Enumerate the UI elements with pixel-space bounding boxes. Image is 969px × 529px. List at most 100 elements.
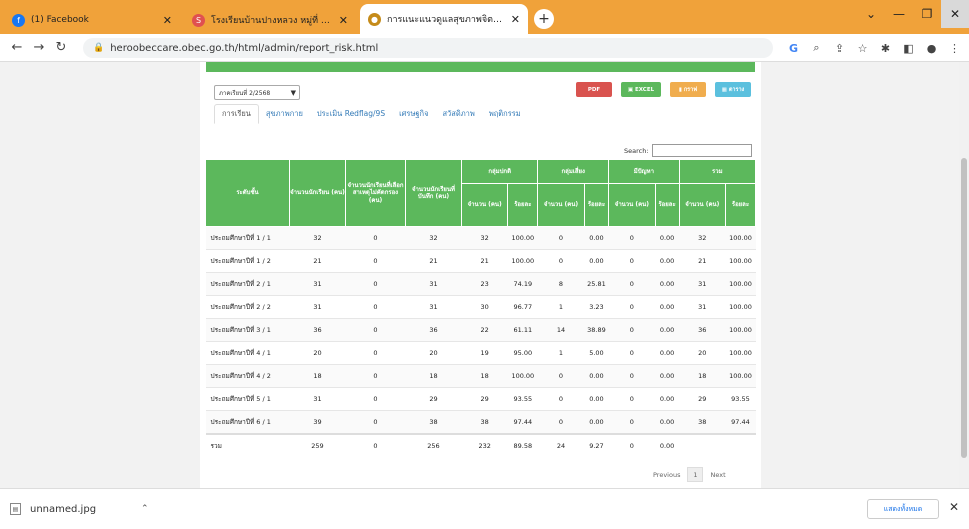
header-count[interactable]: จำนวน (คน) — [537, 183, 585, 227]
browser-tab-school[interactable]: S โรงเรียนบ้านปางหลวง หมู่ที่ 5 บ้านห้ ✕ — [184, 6, 356, 34]
window-controls: ⌄ — ❐ ✕ — [857, 0, 969, 28]
table-button[interactable]: ▦ ตาราง — [715, 82, 751, 97]
table-row: ประถมศึกษาปีที่ 2 / 2 31 0 31 30 96.77 1 3.23 0 0… — [205, 295, 756, 319]
row-value-cell: 20 — [405, 341, 462, 365]
row-value-cell: 0 — [608, 432, 656, 457]
row-value-cell: 0.00 — [655, 295, 680, 319]
header-count[interactable]: จำนวน (คน) — [678, 183, 726, 227]
row-value-cell: 0.00 — [584, 410, 609, 434]
row-value-cell: 0 — [537, 410, 585, 434]
tab-learning[interactable]: การเรียน — [214, 104, 259, 124]
show-all-downloads-button[interactable]: แสดงทั้งหมด — [867, 499, 939, 519]
header-level[interactable]: ระดับชั้น — [205, 159, 290, 227]
row-value-cell: 3.23 — [584, 295, 609, 319]
minimize-icon[interactable]: — — [885, 0, 913, 28]
browser-tab-facebook[interactable]: f (1) Facebook ✕ — [4, 6, 180, 34]
tab-physical-health[interactable]: สุขภาพกาย — [259, 104, 310, 124]
close-tab-icon[interactable]: ✕ — [157, 14, 172, 27]
tab-welfare[interactable]: สวัสดิภาพ — [435, 104, 481, 124]
header-percent[interactable]: ร้อยละ — [724, 183, 757, 227]
next-page-button[interactable]: Next — [710, 471, 725, 479]
row-value-cell: 100.00 — [507, 226, 538, 250]
export-buttons: PDF ▣ EXCEL ▮ กราฟ ▦ ตาราง — [576, 82, 751, 97]
tab-economy[interactable]: เศรษฐกิจ — [392, 104, 435, 124]
row-value-cell: 0.00 — [584, 387, 609, 411]
header-percent[interactable]: ร้อยละ — [507, 183, 539, 227]
graph-button[interactable]: ▮ กราฟ — [670, 82, 706, 97]
header-count[interactable]: จำนวน (คน) — [460, 183, 509, 227]
row-value-cell: 256 — [405, 432, 462, 457]
tab-behavior[interactable]: พฤติกรรม — [482, 104, 528, 124]
row-value-cell: 93.55 — [507, 387, 538, 411]
row-value-cell: 31 — [405, 295, 462, 319]
row-value-cell: 100.00 — [725, 226, 756, 250]
header-students[interactable]: จำนวนนักเรียน (คน) — [289, 159, 346, 227]
school-icon: S — [192, 13, 205, 27]
extensions-icon[interactable]: ✱ — [875, 38, 896, 58]
row-value-cell: 38 — [679, 410, 726, 434]
row-value-cell: 31 — [289, 295, 346, 319]
row-value-cell: 31 — [405, 272, 462, 296]
term-select[interactable]: ภาคเรียนที่ 2/2568 ▼ — [214, 85, 300, 100]
row-value-cell: 23 — [461, 272, 508, 296]
header-count[interactable]: จำนวน (คน) — [608, 183, 656, 227]
zoom-icon[interactable]: ⌕ — [806, 38, 827, 58]
forward-icon[interactable]: → — [28, 40, 50, 55]
header-percent[interactable]: ร้อยละ — [583, 183, 610, 227]
row-level-cell: ประถมศึกษาปีที่ 6 / 1 — [205, 410, 290, 434]
address-bar: ← → ↻ 🔒 heroobeccare.obec.go.th/html/adm… — [0, 34, 969, 62]
maximize-icon[interactable]: ❐ — [913, 0, 941, 28]
excel-button[interactable]: ▣ EXCEL — [621, 82, 661, 97]
page-1-button[interactable]: 1 — [687, 467, 704, 482]
share-icon[interactable]: ⇪ — [829, 38, 850, 58]
browser-tab-active[interactable]: ● การแนะแนวดูแลสุขภาพจิตนักเรียนและ ✕ — [360, 4, 528, 34]
row-value-cell: 0 — [345, 387, 406, 411]
row-value-cell: 1 — [537, 295, 585, 319]
header-percent[interactable]: ร้อยละ — [654, 183, 680, 227]
header-recorded[interactable]: จำนวนนักเรียนที่บันทึก (คน) — [405, 159, 462, 227]
table-row: ประถมศึกษาปีที่ 3 / 1 36 0 36 22 61.11 14 38.89… — [205, 318, 756, 342]
row-value-cell: 32 — [679, 226, 726, 250]
row-value-cell: 0.00 — [655, 318, 680, 342]
download-filename[interactable]: unnamed.jpg — [30, 504, 96, 515]
tab-title: การแนะแนวดูแลสุขภาพจิตนักเรียนและ — [387, 15, 505, 25]
chevron-up-icon[interactable]: ⌃ — [141, 504, 149, 514]
row-value-cell: 38.89 — [584, 318, 609, 342]
google-icon[interactable]: G — [783, 38, 804, 58]
table-label: ตาราง — [728, 86, 745, 93]
bookmark-star-icon[interactable]: ☆ — [852, 38, 873, 58]
sidebar-icon[interactable]: ◧ — [898, 38, 919, 58]
row-value-cell: 0.00 — [655, 410, 680, 434]
graph-label: กราฟ — [683, 86, 698, 93]
row-level-cell: ประถมศึกษาปีที่ 4 / 2 — [205, 364, 290, 388]
previous-page-button[interactable]: Previous — [653, 471, 680, 479]
row-value-cell: 36 — [289, 318, 346, 342]
header-group-problem: มีปัญหา — [608, 159, 680, 184]
report-page: ภาคเรียนที่ 2/2568 ▼ PDF ▣ EXCEL ▮ กราฟ … — [200, 62, 761, 488]
reload-icon[interactable]: ↻ — [50, 40, 72, 55]
row-value-cell: 100.00 — [725, 272, 756, 296]
close-tab-icon[interactable]: ✕ — [333, 14, 348, 27]
tab-title: โรงเรียนบ้านปางหลวง หมู่ที่ 5 บ้านห้ — [211, 16, 333, 26]
row-value-cell: 36 — [679, 318, 726, 342]
row-value-cell: 32 — [405, 226, 462, 250]
profile-icon[interactable]: ● — [921, 38, 942, 58]
scrollbar-thumb[interactable] — [961, 158, 967, 458]
page-scrollbar[interactable] — [959, 62, 969, 488]
close-window-icon[interactable]: ✕ — [941, 0, 969, 28]
row-value-cell: 0 — [345, 295, 406, 319]
row-value-cell: 31 — [289, 272, 346, 296]
close-tab-icon[interactable]: ✕ — [505, 13, 520, 26]
new-tab-button[interactable]: + — [534, 9, 554, 29]
header-unscreened[interactable]: จำนวนนักเรียนที่เลือกสาเหตุไม่คัดกรอง (ค… — [345, 159, 406, 227]
back-icon[interactable]: ← — [6, 40, 28, 55]
search-input[interactable] — [651, 144, 752, 157]
menu-icon[interactable]: ⋮ — [944, 38, 965, 58]
url-field[interactable]: 🔒 heroobeccare.obec.go.th/html/admin/rep… — [83, 38, 773, 58]
tab-redflag[interactable]: ประเมิน Redflag/9S — [310, 104, 392, 124]
close-download-bar-icon[interactable]: ✕ — [949, 500, 959, 514]
row-value-cell: 0.00 — [655, 272, 680, 296]
pdf-button[interactable]: PDF — [576, 82, 612, 97]
tab-search-icon[interactable]: ⌄ — [857, 0, 885, 28]
row-value-cell: 0.00 — [584, 249, 609, 273]
